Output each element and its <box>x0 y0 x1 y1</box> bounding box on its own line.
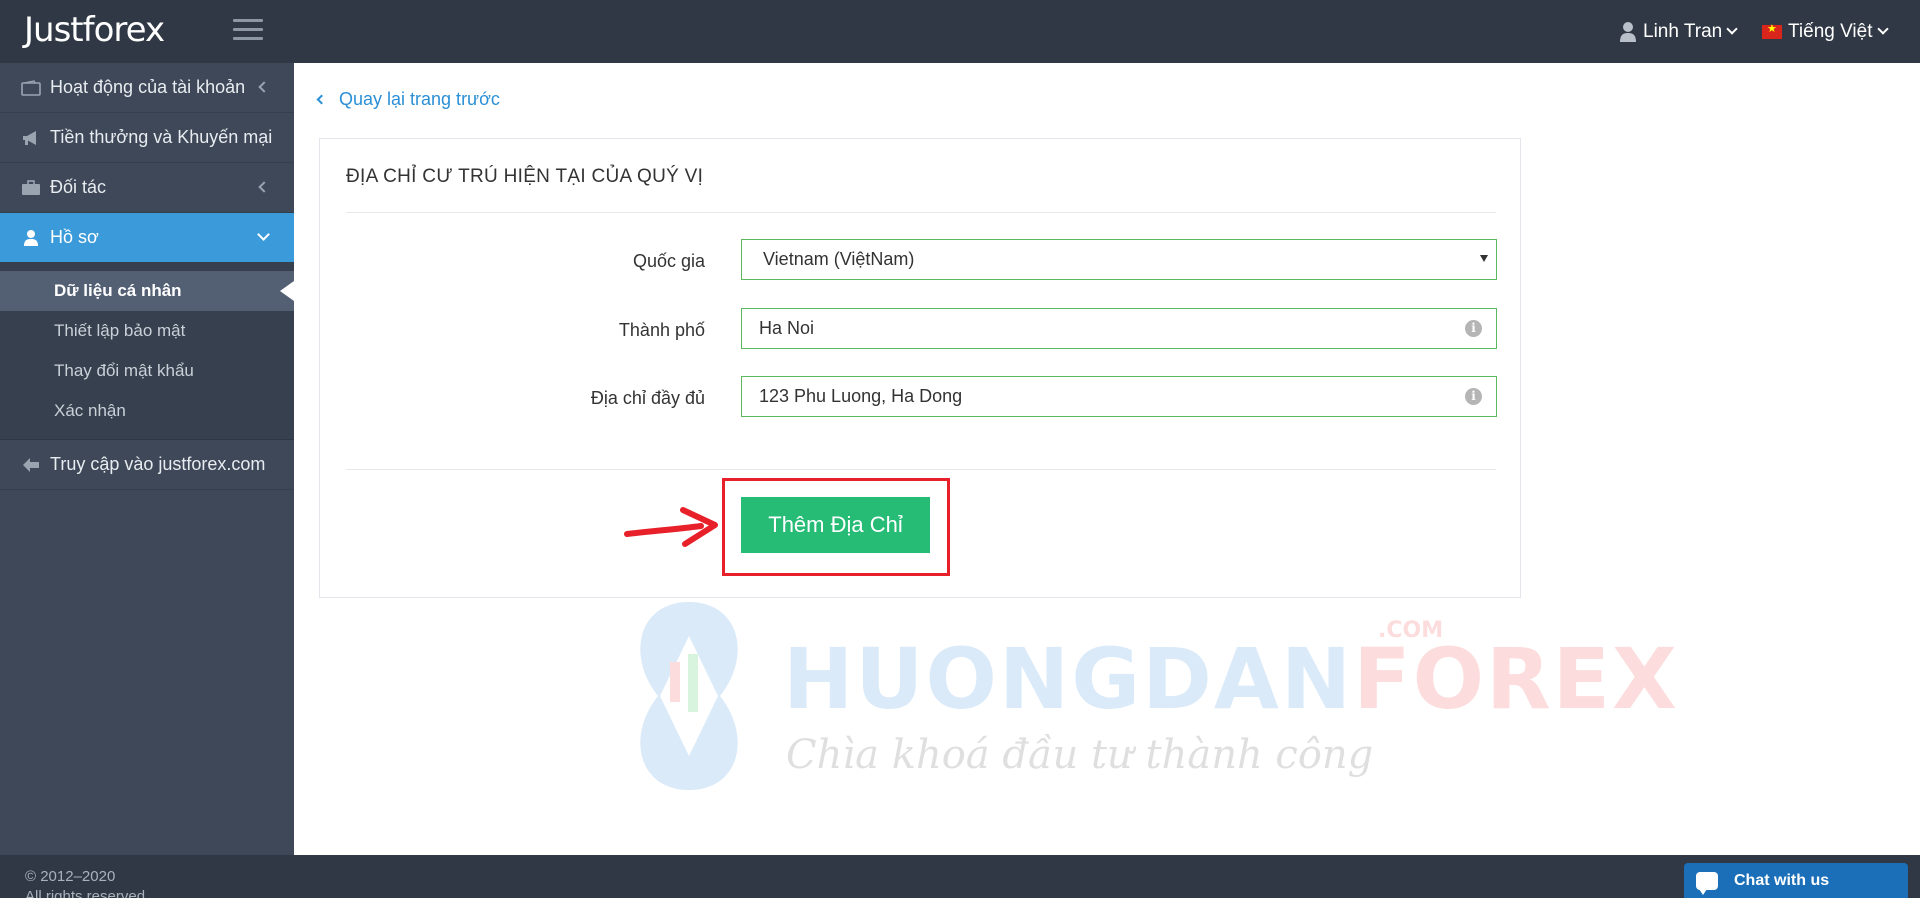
address-input[interactable]: 123 Phu Luong, Ha Dong i <box>741 376 1497 417</box>
divider <box>346 469 1496 470</box>
sidebar-item-partners[interactable]: Đối tác <box>0 163 294 213</box>
red-arrow-annotation-icon <box>624 507 718 547</box>
country-select[interactable]: Vietnam (ViệtNam) <box>741 239 1497 280</box>
sidebar-item-label: Tiền thưởng và Khuyến mại <box>50 127 273 147</box>
address-label: Địa chỉ đầy đủ <box>590 388 705 408</box>
user-menu[interactable]: Linh Tran <box>1619 21 1738 43</box>
address-panel: ĐỊA CHỈ CƯ TRÚ HIỆN TẠI CỦA QUÝ VỊ Quốc … <box>319 138 1521 598</box>
info-icon[interactable]: i <box>1465 320 1482 337</box>
watermark-tagline: Chìa khoá đầu tư thành công <box>786 732 1374 778</box>
chevron-down-icon <box>1876 23 1889 35</box>
back-link[interactable]: Quay lại trang trước <box>316 89 500 110</box>
sidebar-item-label: Hoạt động của tài khoản <box>50 77 246 97</box>
country-value: Vietnam (ViệtNam) <box>763 249 915 269</box>
user-icon <box>1620 22 1636 42</box>
sidebar-item-label: Truy cập vào justforex.com <box>50 454 266 474</box>
chat-label: Chat with us <box>1734 871 1830 889</box>
subnav-item-verification[interactable]: Xác nhận <box>0 391 294 431</box>
divider <box>346 212 1496 213</box>
user-name: Linh Tran <box>1643 21 1723 42</box>
sidebar-item-profile[interactable]: Hồ sơ <box>0 213 294 263</box>
watermark-title: HUONGDANFOREX <box>783 630 1679 728</box>
chat-with-us-button[interactable]: Chat with us <box>1684 863 1908 898</box>
language-menu[interactable]: Tiếng Việt <box>1762 21 1889 43</box>
wallet-icon <box>20 79 42 97</box>
briefcase-icon <box>20 179 42 197</box>
city-value: Ha Noi <box>759 318 815 338</box>
select-caret-icon <box>1480 255 1488 262</box>
info-icon[interactable]: i <box>1465 388 1482 405</box>
copyright: © 2012–2020 All rights reserved <box>25 868 146 898</box>
watermark-logo-icon <box>640 602 738 790</box>
add-address-button[interactable]: Thêm Địa Chỉ <box>741 497 930 553</box>
chat-bubble-icon <box>1696 871 1718 895</box>
megaphone-icon <box>20 129 42 147</box>
subnav-item-personal-data[interactable]: Dữ liệu cá nhân <box>0 271 294 311</box>
vietnam-flag-icon <box>1762 22 1782 39</box>
city-label: Thành phố <box>618 320 705 340</box>
sidebar-item-visit-site[interactable]: Truy cập vào justforex.com <box>0 440 294 490</box>
chevron-left-icon <box>258 181 270 193</box>
profile-submenu: Dữ liệu cá nhân Thiết lập bảo mật Thay đ… <box>0 263 294 440</box>
sidebar-item-label: Hồ sơ <box>50 227 99 247</box>
sidebar: Hoạt động của tài khoản Tiền thưởng và K… <box>0 63 294 855</box>
huongdanforex-watermark: HUONGDANFOREX .COM Chìa khoá đầu tư thàn… <box>618 596 1677 796</box>
footer: © 2012–2020 All rights reserved Chat wit… <box>0 855 1920 898</box>
chevron-down-icon <box>1726 23 1738 35</box>
chevron-left-icon <box>258 81 270 93</box>
sidebar-item-bonuses[interactable]: Tiền thưởng và Khuyến mại <box>0 113 294 163</box>
top-bar: Justforex Linh Tran Tiếng Việt <box>0 0 1920 63</box>
sidebar-item-account-activity[interactable]: Hoạt động của tài khoản <box>0 63 294 113</box>
watermark-com: .COM <box>1378 618 1444 643</box>
hamburger-menu-icon[interactable] <box>233 19 263 41</box>
sidebar-item-label: Đối tác <box>50 177 107 197</box>
language-label: Tiếng Việt <box>1788 21 1873 42</box>
justforex-logo[interactable]: Justforex <box>24 10 165 50</box>
arrow-left-icon <box>20 456 42 474</box>
city-input[interactable]: Ha Noi i <box>741 308 1497 349</box>
subnav-item-change-password[interactable]: Thay đổi mật khẩu <box>0 351 294 391</box>
country-label: Quốc gia <box>632 251 705 271</box>
address-value: 123 Phu Luong, Ha Dong <box>759 386 963 406</box>
user-icon <box>20 229 42 247</box>
back-link-label: Quay lại trang trước <box>339 89 500 109</box>
subnav-item-security-settings[interactable]: Thiết lập bảo mật <box>0 311 294 351</box>
chevron-down-icon <box>257 228 270 241</box>
panel-title: ĐỊA CHỈ CƯ TRÚ HIỆN TẠI CỦA QUÝ VỊ <box>346 166 704 187</box>
chevron-left-icon <box>316 94 327 105</box>
